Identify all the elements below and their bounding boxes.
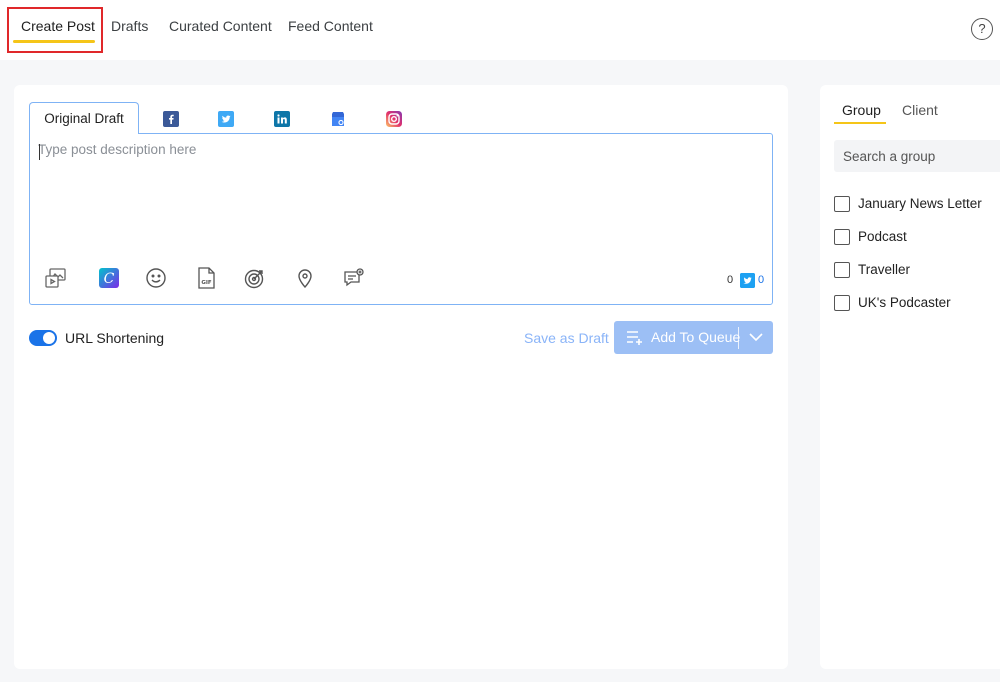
media-icon[interactable] xyxy=(44,266,68,290)
post-editor: C GIF 0 0 xyxy=(29,133,773,305)
emoji-icon[interactable] xyxy=(144,266,168,290)
group-checkbox[interactable] xyxy=(834,262,850,278)
gif-icon[interactable]: GIF xyxy=(194,266,218,290)
text-caret xyxy=(39,144,40,160)
top-nav: Create Post Drafts Curated Content Feed … xyxy=(0,0,1000,60)
group-search-input[interactable] xyxy=(834,140,1000,172)
add-to-queue-button[interactable]: Add To Queue xyxy=(614,321,773,354)
group-name: UK's Podcaster xyxy=(858,295,951,310)
add-to-queue-label: Add To Queue xyxy=(651,329,741,345)
url-shortening-label: URL Shortening xyxy=(65,330,165,346)
target-icon[interactable] xyxy=(243,266,267,290)
twitter-character-count: 0 xyxy=(758,274,765,286)
twitter-count-icon xyxy=(740,273,755,288)
group-name: Podcast xyxy=(858,229,907,244)
url-shortening-toggle[interactable] xyxy=(29,330,57,346)
tab-create-post[interactable]: Create Post xyxy=(21,18,95,34)
twitter-icon[interactable] xyxy=(218,111,234,127)
tab-client[interactable]: Client xyxy=(902,102,938,118)
help-icon[interactable]: ? xyxy=(971,18,993,40)
tab-feed-content[interactable]: Feed Content xyxy=(288,18,373,34)
svg-text:GIF: GIF xyxy=(201,280,212,286)
tab-curated-content[interactable]: Curated Content xyxy=(169,18,272,34)
chevron-down-icon[interactable] xyxy=(749,333,763,342)
active-tab-underline xyxy=(13,40,95,43)
location-icon[interactable] xyxy=(293,266,317,290)
group-tab-underline xyxy=(834,122,886,124)
google-my-business-icon[interactable] xyxy=(330,111,346,127)
group-checkbox[interactable] xyxy=(834,295,850,311)
character-count: 0 xyxy=(727,274,734,286)
toggle-knob xyxy=(43,332,55,344)
linkedin-icon[interactable] xyxy=(274,111,290,127)
group-sidebar: Group Client January News Letter Podcast… xyxy=(820,85,1000,669)
tab-group[interactable]: Group xyxy=(842,102,881,118)
queue-list-icon xyxy=(627,331,642,345)
canva-icon[interactable]: C xyxy=(97,266,121,290)
group-name: Traveller xyxy=(858,262,911,277)
tab-original-draft[interactable]: Original Draft xyxy=(29,102,139,134)
group-name: January News Letter xyxy=(858,196,982,211)
comment-icon[interactable] xyxy=(342,266,366,290)
save-as-draft-button[interactable]: Save as Draft xyxy=(524,330,609,346)
group-checkbox[interactable] xyxy=(834,196,850,212)
tab-drafts[interactable]: Drafts xyxy=(111,18,148,34)
post-description-input[interactable] xyxy=(38,142,758,252)
instagram-icon[interactable] xyxy=(386,111,402,127)
composer-card: Original Draft C GIF xyxy=(14,85,788,669)
facebook-icon[interactable] xyxy=(163,111,179,127)
button-divider xyxy=(738,327,739,349)
group-checkbox[interactable] xyxy=(834,229,850,245)
svg-text:C: C xyxy=(104,271,115,287)
